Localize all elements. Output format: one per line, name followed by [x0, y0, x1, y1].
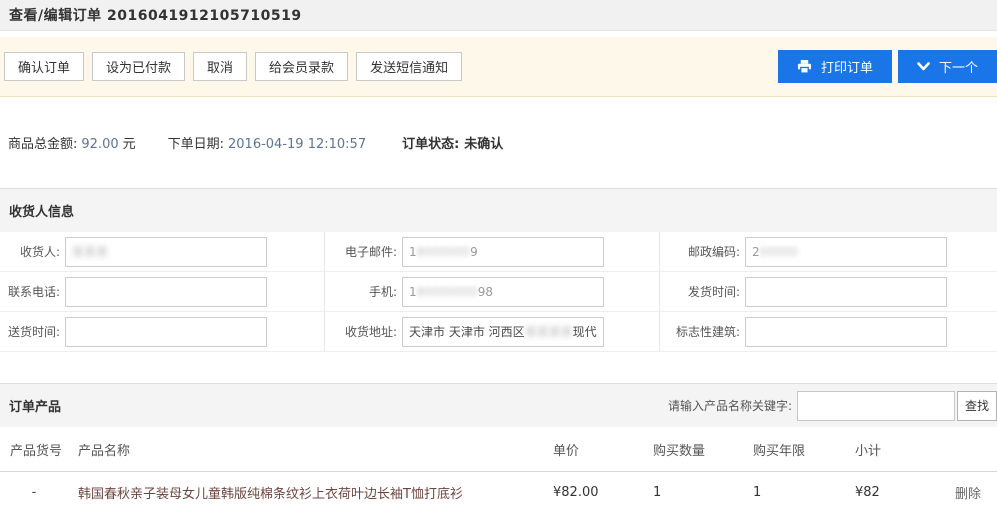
product-subtotal: ¥82 [855, 485, 955, 500]
products-section-title: 订单产品 [9, 396, 61, 415]
section-spacer [0, 352, 997, 383]
email-suffix: 9 [470, 245, 478, 259]
deliver-time-label: 送货时间: [0, 323, 60, 340]
consignee-form: 收货人: 某某某 电子邮件: 180000009 邮政编码: 200000 联系… [0, 232, 997, 352]
address-label: 收货地址: [325, 323, 397, 340]
toolbar-left: 确认订单 设为已付款 取消 给会员录款 发送短信通知 [4, 52, 470, 81]
col-name: 产品名称 [68, 440, 553, 459]
consignee-section-header: 收货人信息 [0, 188, 997, 232]
product-qty: 1 [653, 485, 753, 500]
product-name[interactable]: 韩国春秋亲子装母女儿童韩版纯棉条纹衫上衣荷叶边长袖T恤打底衫 [68, 483, 553, 502]
field-address: 收货地址: 天津市 天津市 河西区某某某某现代 [325, 312, 660, 352]
total-amount-value: 92.00 [81, 137, 118, 152]
phone-label: 联系电话: [0, 283, 60, 300]
print-order-label: 打印订单 [821, 57, 873, 76]
order-summary: 商品总金额: 92.00 元 下单日期: 2016-04-19 12:10:57… [0, 97, 997, 188]
product-price: ¥82.00 [553, 485, 653, 500]
col-sku: 产品货号 [0, 440, 68, 459]
mobile-redacted: 80000000 [417, 285, 478, 299]
field-ship-time: 发货时间: [660, 272, 997, 312]
consignee-section-title: 收货人信息 [9, 201, 74, 220]
toolbar: 确认订单 设为已付款 取消 给会员录款 发送短信通知 打印订单 下一个 [0, 37, 997, 97]
address-suffix: 现代 [573, 323, 597, 340]
confirm-order-button[interactable]: 确认订单 [4, 52, 84, 81]
print-order-button[interactable]: 打印订单 [778, 50, 892, 83]
mobile-suffix: 98 [478, 285, 493, 299]
col-subtotal: 小计 [855, 440, 955, 459]
field-email: 电子邮件: 180000009 [325, 232, 660, 272]
col-qty: 购买数量 [653, 440, 753, 459]
cancel-order-button[interactable]: 取消 [193, 52, 247, 81]
product-sku: - [0, 485, 68, 500]
product-search-button[interactable]: 查找 [957, 391, 997, 421]
order-status: 订单状态: 未确认 [402, 133, 503, 152]
receiver-redacted: 某某某 [72, 243, 108, 260]
col-price: 单价 [553, 440, 653, 459]
zipcode-label: 邮政编码: [660, 243, 740, 260]
next-order-button[interactable]: 下一个 [898, 50, 997, 83]
order-date-value: 2016-04-19 12:10:57 [228, 137, 366, 152]
phone-input[interactable] [65, 277, 267, 307]
printer-icon [797, 60, 812, 74]
field-receiver: 收货人: 某某某 [0, 232, 325, 272]
chevron-down-icon [917, 62, 930, 71]
landmark-label: 标志性建筑: [660, 323, 740, 340]
products-table-header: 产品货号 产品名称 单价 购买数量 购买年限 小计 [0, 427, 997, 472]
order-date-label: 下单日期: [168, 133, 224, 152]
field-mobile: 手机: 18000000098 [325, 272, 660, 312]
zipcode-visible: 2 [752, 245, 760, 259]
order-status-label: 订单状态: [402, 133, 459, 152]
zipcode-redacted: 00000 [760, 245, 798, 259]
receiver-label: 收货人: [0, 243, 60, 260]
total-amount-unit: 元 [123, 133, 136, 152]
delete-product-link[interactable]: 删除 [955, 487, 981, 502]
send-sms-button[interactable]: 发送短信通知 [356, 52, 462, 81]
product-search-label: 请输入产品名称关键字: [668, 397, 792, 414]
email-label: 电子邮件: [325, 243, 397, 260]
set-paid-button[interactable]: 设为已付款 [92, 52, 185, 81]
order-date: 下单日期: 2016-04-19 12:10:57 [168, 133, 370, 152]
ship-time-label: 发货时间: [660, 283, 740, 300]
toolbar-right: 打印订单 下一个 [778, 50, 997, 83]
ship-time-input[interactable] [745, 277, 947, 307]
next-order-label: 下一个 [939, 57, 978, 76]
order-status-badge: 未确认 [464, 133, 503, 152]
mobile-label: 手机: [325, 283, 397, 300]
products-section-header: 订单产品 请输入产品名称关键字: 查找 [0, 383, 997, 427]
mobile-input[interactable]: 18000000098 [402, 277, 604, 307]
email-visible: 1 [409, 245, 417, 259]
email-redacted: 8000000 [417, 245, 470, 259]
table-row: - 韩国春秋亲子装母女儿童韩版纯棉条纹衫上衣荷叶边长袖T恤打底衫 ¥82.00 … [0, 472, 997, 509]
field-zipcode: 邮政编码: 200000 [660, 232, 997, 272]
product-search-input[interactable] [797, 391, 955, 421]
zipcode-input[interactable]: 200000 [745, 237, 947, 267]
address-input[interactable]: 天津市 天津市 河西区某某某某现代 [402, 317, 604, 347]
email-input[interactable]: 180000009 [402, 237, 604, 267]
product-search: 请输入产品名称关键字: 查找 [668, 391, 997, 421]
product-years: 1 [753, 485, 855, 500]
deliver-time-input[interactable] [65, 317, 267, 347]
receiver-input[interactable]: 某某某 [65, 237, 267, 267]
total-amount: 商品总金额: 92.00 元 [8, 133, 136, 152]
mobile-visible: 1 [409, 285, 417, 299]
field-phone: 联系电话: [0, 272, 325, 312]
record-payment-button[interactable]: 给会员录款 [255, 52, 348, 81]
field-landmark: 标志性建筑: [660, 312, 997, 352]
total-amount-label: 商品总金额: [8, 133, 77, 152]
title-bar: 查看/编辑订单 2016041912105710519 [0, 0, 997, 31]
landmark-input[interactable] [745, 317, 947, 347]
address-visible: 天津市 天津市 河西区 [409, 323, 525, 340]
page-title: 查看/编辑订单 2016041912105710519 [9, 5, 302, 25]
col-years: 购买年限 [753, 440, 855, 459]
field-deliver-time: 送货时间: [0, 312, 325, 352]
address-redacted: 某某某某 [525, 323, 573, 340]
